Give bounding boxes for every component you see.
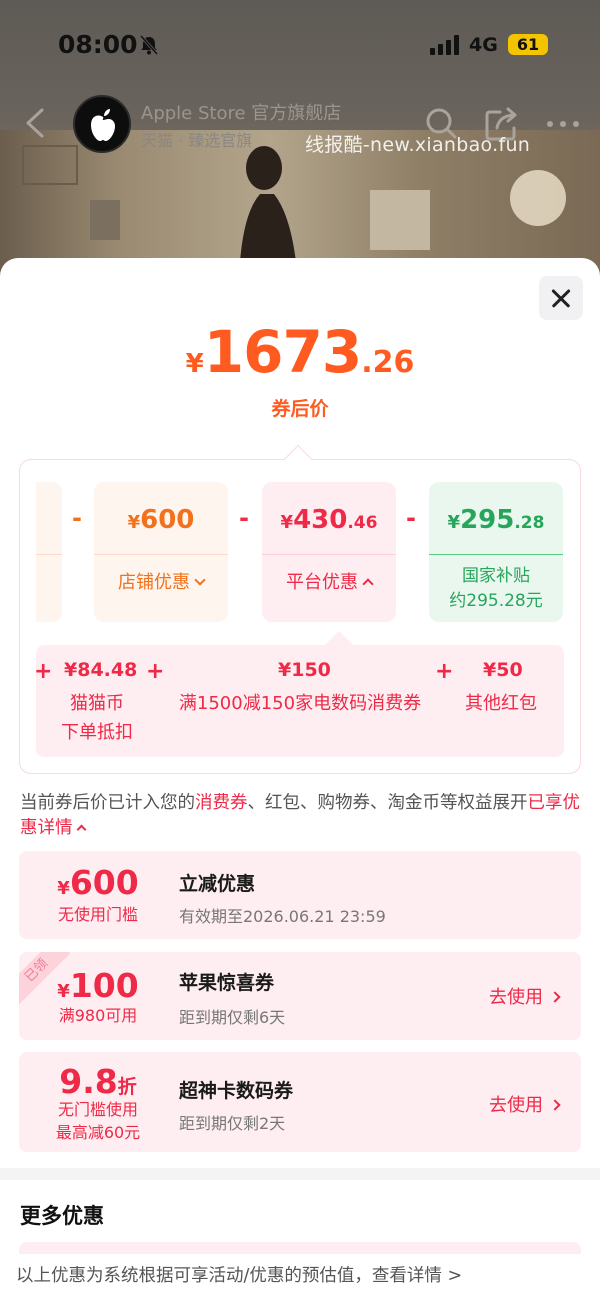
sub-item-amount: ¥84.48: [64, 659, 138, 681]
chevron-up-icon: [362, 578, 374, 590]
coupon-title: 超神卡数码券: [179, 1080, 294, 1102]
coupon-currency: ¥: [57, 878, 70, 899]
shop-subtitle: 天猫 · 臻选官旗: [141, 131, 253, 150]
use-coupon-button[interactable]: 去使用: [489, 1091, 561, 1117]
note-highlight: 消费券: [195, 793, 248, 813]
view-details-link[interactable]: 查看详情 >: [372, 1266, 462, 1286]
price-decimal: .26: [361, 345, 415, 380]
sub-item-desc-line: 下单抵扣: [61, 722, 133, 743]
store-discount-currency: ¥: [127, 512, 141, 533]
store-discount-label: 店铺优惠: [118, 572, 190, 593]
disclaimer-footer: 以上优惠为系统根据可享活动/优惠的预估值，查看详情 >: [0, 1254, 600, 1300]
sub-item-desc-line: 猫猫币: [70, 693, 124, 714]
platform-discount-currency: ¥: [280, 512, 294, 533]
minus-sign: -: [239, 504, 249, 532]
coupon-condition: 满980可用: [58, 1006, 138, 1025]
sub-item-amount: ¥50: [483, 659, 523, 681]
status-bar: 08:00 4G 61: [0, 0, 600, 90]
apple-logo-icon: [91, 109, 115, 141]
battery-icon: 61: [508, 34, 548, 55]
more-discounts-card[interactable]: [19, 1242, 581, 1254]
national-subsidy-amount: 295: [460, 505, 515, 535]
close-button[interactable]: [539, 276, 583, 320]
national-subsidy-decimal: .28: [514, 513, 545, 533]
plus-sign: +: [435, 659, 454, 684]
sub-item-desc: 满1500减150家电数码消费券: [178, 693, 422, 714]
sub-item-amount: ¥150: [278, 659, 331, 681]
price-detail-sheet: ¥1673.26 券后价 - ¥600 店铺优惠 - ¥430.46 平台优惠 …: [0, 258, 600, 1300]
coupon-validity: 距到期仅剩2天: [179, 1114, 286, 1133]
paper-lamp: [510, 170, 566, 226]
wall-frame: [90, 200, 120, 240]
coupon-condition-line: 最高减60元: [55, 1123, 141, 1142]
minus-sign: -: [406, 504, 416, 532]
subbox-pointer: [324, 630, 354, 660]
mute-bell-icon: [139, 35, 159, 55]
coupon-card[interactable]: 已领 ¥100 满980可用 苹果惊喜券 距到期仅剩6天 去使用: [19, 952, 581, 1040]
note-text: 、红包、购物券、淘金币等权益展开: [247, 793, 528, 813]
use-coupon-label: 去使用: [489, 987, 543, 1008]
platform-discount-tile[interactable]: ¥430.46 平台优惠: [262, 482, 396, 622]
back-arrow-icon[interactable]: [22, 106, 50, 140]
shop-avatar[interactable]: [73, 95, 131, 153]
coupon-discount-unit: 折: [117, 1076, 137, 1098]
coupon-currency: ¥: [57, 981, 70, 1002]
price-integer: 1673: [203, 318, 362, 386]
person-silhouette: [240, 146, 296, 262]
cellular-signal-icon: [430, 35, 459, 55]
coupon-title: 立减优惠: [179, 873, 256, 895]
plus-sign: +: [146, 659, 165, 684]
national-subsidy-label: 国家补贴: [462, 566, 530, 586]
chevron-right-icon: [549, 1099, 561, 1111]
room-window: [370, 190, 430, 250]
price-note: 当前券后价已计入您的消费券、红包、购物券、淘金币等权益展开已享优惠详情: [20, 791, 584, 841]
discount-breakdown: - ¥600 店铺优惠 - ¥430.46 平台优惠 - ¥295.28 国家补…: [19, 444, 581, 774]
national-subsidy-approx: 约295.28元: [449, 591, 543, 611]
coupon-card[interactable]: 9.8折 无门槛使用 最高减60元 超神卡数码券 距到期仅剩2天 去使用: [19, 1052, 581, 1152]
note-text: 当前券后价已计入您的: [20, 793, 195, 813]
discount-tile-partial: [36, 482, 62, 622]
more-discounts-title: 更多优惠: [20, 1204, 104, 1228]
coupon-condition: 无使用门槛: [57, 905, 138, 924]
store-discount-amount: 600: [140, 505, 195, 535]
platform-discount-details: + ¥84.48 猫猫币 下单抵扣 + ¥150 满1500减150家电数码消费…: [34, 630, 564, 757]
platform-discount-label: 平台优惠: [286, 572, 358, 593]
coupon-amount: 100: [69, 966, 139, 1005]
national-subsidy-tile[interactable]: ¥295.28 国家补贴 约295.28元: [429, 482, 563, 622]
more-options-icon[interactable]: [546, 120, 580, 128]
store-discount-tile[interactable]: ¥600 店铺优惠: [94, 482, 228, 622]
sub-item-desc: 其他红包: [465, 693, 537, 714]
coupon-validity: 距到期仅剩6天: [179, 1008, 286, 1027]
price-label: 券后价: [271, 398, 329, 420]
use-coupon-button[interactable]: 去使用: [489, 983, 561, 1009]
watermark-text: 线报酷-new.xianbao.fun: [305, 134, 531, 156]
status-time: 08:00: [58, 30, 138, 59]
coupon-card[interactable]: ¥600 无使用门槛 立减优惠 有效期至2026.06.21 23:59: [19, 851, 581, 939]
use-coupon-label: 去使用: [489, 1095, 543, 1116]
shop-name[interactable]: Apple Store 官方旗舰店: [141, 99, 341, 125]
chevron-up-icon[interactable]: [76, 824, 86, 835]
platform-discount-decimal: .46: [347, 513, 378, 533]
platform-discount-amount: 430: [293, 505, 348, 535]
coupon-title: 苹果惊喜券: [179, 972, 275, 994]
final-price: ¥1673.26: [0, 318, 600, 386]
coupon-validity: 有效期至2026.06.21 23:59: [179, 907, 386, 926]
coupon-amount: 600: [69, 863, 139, 902]
network-type: 4G: [469, 34, 498, 56]
coupon-condition: 无门槛使用 最高减60元: [19, 1098, 177, 1144]
minus-sign: -: [72, 504, 82, 532]
section-divider: [0, 1168, 600, 1180]
coupon-discount-rate: 9.8: [59, 1062, 118, 1101]
chevron-right-icon: [549, 991, 561, 1003]
sub-item-desc: 猫猫币 下单抵扣: [58, 689, 136, 747]
disclaimer-body: 以上优惠为系统根据可享活动/优惠的预估值，: [16, 1266, 372, 1286]
chevron-down-icon: [194, 574, 206, 586]
coupon-condition-line: 无门槛使用: [57, 1100, 138, 1119]
national-subsidy-currency: ¥: [447, 512, 461, 533]
plus-sign: +: [34, 659, 53, 684]
disclaimer-text: 以上优惠为系统根据可享活动/优惠的预估值，查看详情 >: [16, 1262, 462, 1287]
breakdown-pointer: [283, 444, 313, 474]
price-currency: ¥: [185, 349, 204, 379]
